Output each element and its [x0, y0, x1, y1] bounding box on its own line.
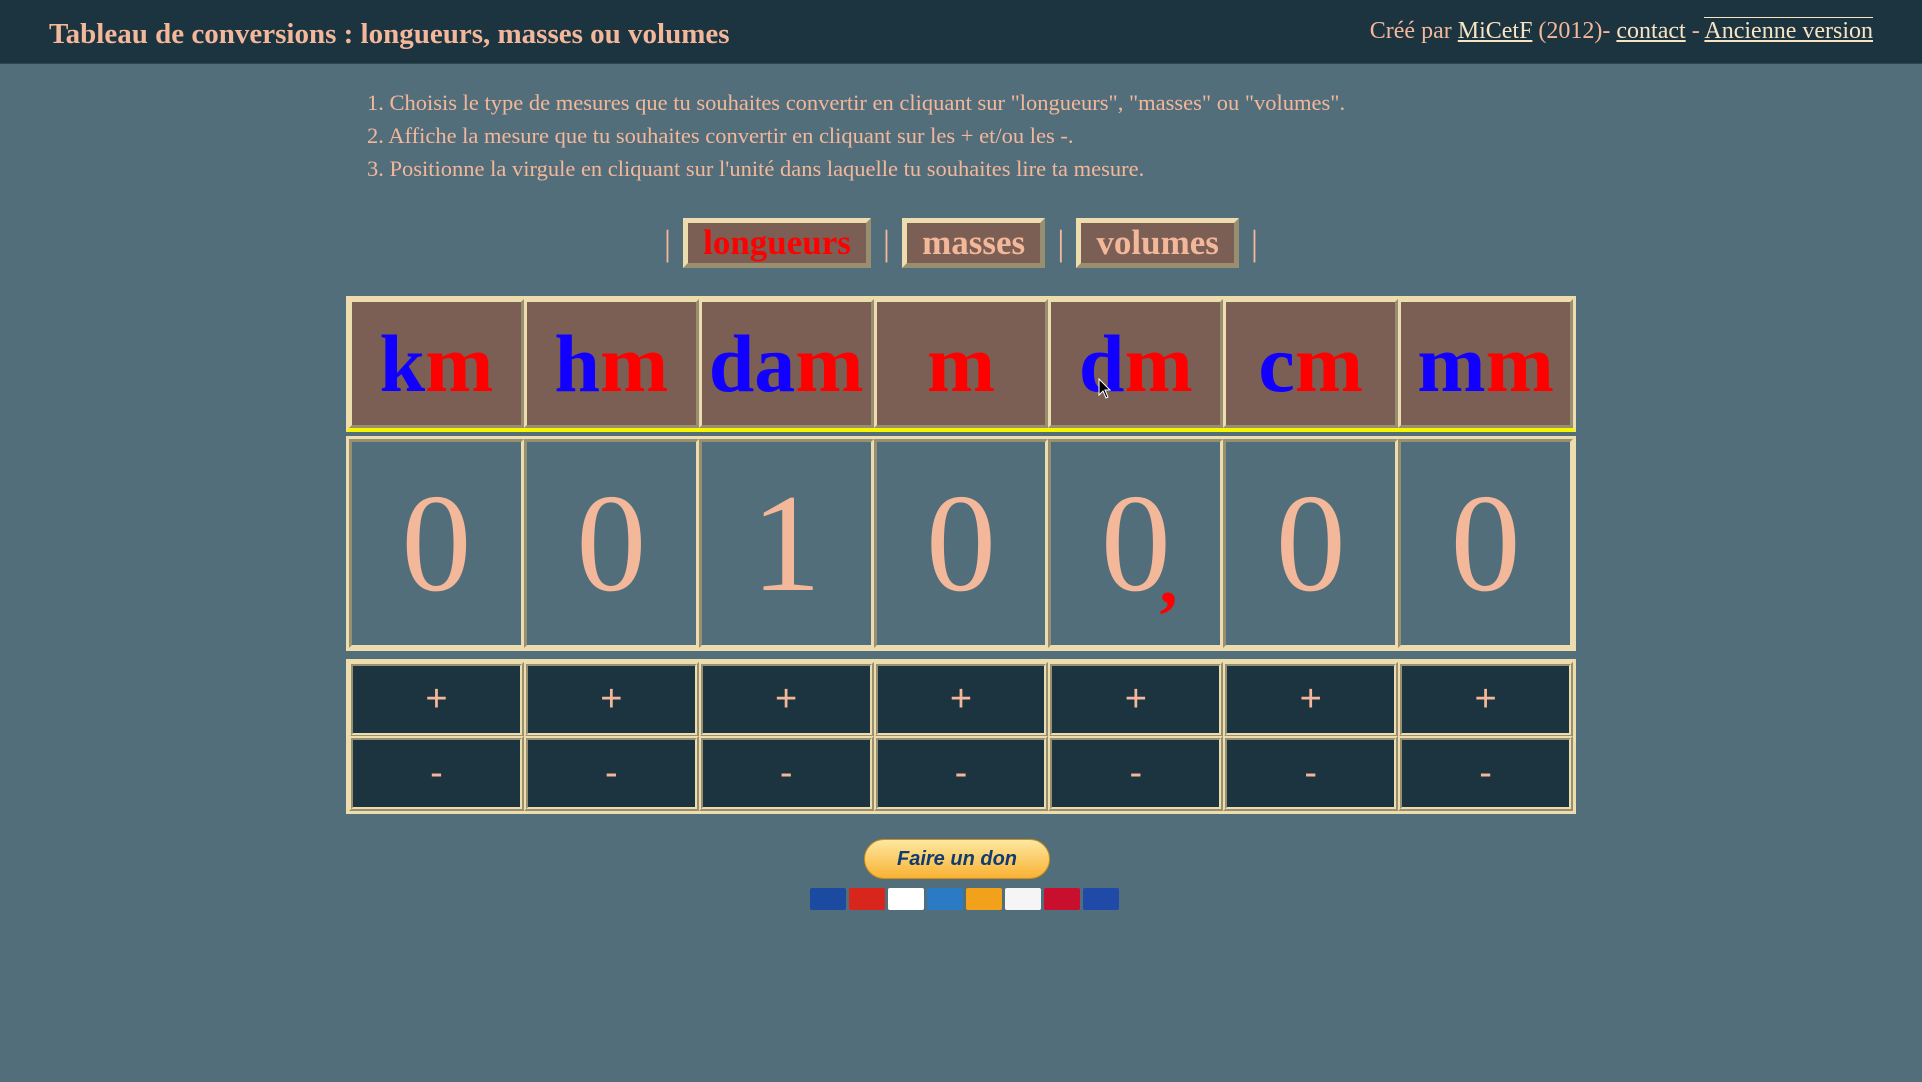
unit-base: m [1124, 317, 1193, 409]
contact-link[interactable]: contact [1616, 18, 1685, 44]
top-bar: Tableau de conversions : longueurs, mass… [0, 0, 1922, 64]
plus-button-dam[interactable]: + [698, 662, 874, 737]
instruction-2: 2. Affiche la mesure que tu souhaites co… [367, 123, 1074, 148]
unit-prefix: h [554, 317, 600, 409]
digit-dam: 1 [698, 439, 874, 648]
plus-button-m[interactable]: + [873, 662, 1049, 737]
unit-dm[interactable]: dm [1048, 299, 1224, 428]
page-title: Tableau de conversions : longueurs, mass… [49, 18, 730, 50]
instruction-1: 1. Choisis le type de mesures que tu sou… [367, 90, 1346, 115]
year-text: (2012)- [1538, 18, 1611, 44]
tab-longueurs[interactable]: longueurs [683, 217, 871, 268]
unit-dam[interactable]: da m [698, 299, 874, 428]
unit-base: m [1294, 317, 1364, 409]
minus-button-m[interactable]: - [873, 736, 1049, 811]
digit-row: 0 0 1 0 0, 0 0 [346, 436, 1576, 651]
minus-button-cm[interactable]: - [1223, 736, 1399, 811]
donate-button[interactable]: Faire un don [864, 839, 1050, 879]
unit-km[interactable]: km [349, 299, 524, 428]
increment-row: + + + + + + + [346, 659, 1576, 737]
unit-prefix: m [1417, 317, 1486, 409]
minus-button-mm[interactable]: - [1398, 736, 1574, 811]
unit-mm[interactable]: mm [1398, 299, 1574, 428]
minus-button-hm[interactable]: - [523, 736, 699, 811]
plus-button-km[interactable]: + [349, 662, 524, 737]
author-link[interactable]: MiCetF [1458, 18, 1533, 44]
plus-button-dm[interactable]: + [1048, 662, 1224, 737]
unit-hm[interactable]: hm [523, 299, 699, 428]
plus-button-cm[interactable]: + [1223, 662, 1399, 737]
payment-cards [810, 888, 1119, 910]
credits: Créé par MiCetF (2012)- contact - Ancien… [1369, 17, 1873, 45]
maestro-card-icon [810, 888, 846, 910]
unit-base: m [795, 317, 864, 409]
tab-masses[interactable]: masses [902, 217, 1046, 268]
unit-prefix: c [1258, 317, 1295, 409]
cb-card-icon [1083, 888, 1119, 910]
tab-volumes[interactable]: volumes [1076, 217, 1239, 268]
tab-separator: | [663, 222, 672, 263]
tab-separator: | [1057, 222, 1065, 263]
unit-base: m [1485, 317, 1554, 409]
decimal-comma: , [1159, 539, 1178, 619]
link-separator: - [1691, 18, 1700, 44]
plus-button-hm[interactable]: + [523, 662, 699, 737]
credit-prefix: Créé par [1369, 18, 1452, 44]
tab-separator: | [882, 222, 891, 263]
old-version-link[interactable]: Ancienne version [1704, 17, 1873, 44]
unit-base: m [599, 317, 669, 409]
unit-base: m [425, 317, 494, 409]
instructions-list: 1. Choisis le type de mesures que tu sou… [367, 86, 1345, 185]
instruction-3: 3. Positionne la virgule en cliquant sur… [367, 156, 1145, 181]
tab-separator: | [1250, 222, 1259, 263]
unit-cm[interactable]: cm [1223, 299, 1399, 428]
decrement-row: - - - - - - - [346, 736, 1576, 814]
digit-dm: 0, [1048, 439, 1224, 648]
digit-hm: 0 [523, 439, 699, 648]
mastercard-card-icon [849, 888, 885, 910]
measure-type-tabs: | longueurs | masses | volumes | [0, 215, 1922, 270]
unit-prefix: da [708, 317, 796, 409]
minus-button-dam[interactable]: - [698, 736, 874, 811]
minus-button-km[interactable]: - [349, 736, 524, 811]
visa-card-icon [888, 888, 924, 910]
unit-prefix: k [379, 317, 426, 409]
unit-m[interactable]: m [873, 299, 1049, 428]
sofinco-card-icon [1005, 888, 1041, 910]
digit-km: 0 [349, 439, 524, 648]
unit-header-row: km hm da m m dm cm mm [346, 296, 1576, 432]
amex-card-icon [927, 888, 963, 910]
mouse-cursor-icon [1098, 378, 1112, 399]
digit-cm: 0 [1223, 439, 1399, 648]
digit-m: 0 [873, 439, 1049, 648]
plus-button-mm[interactable]: + [1398, 662, 1574, 737]
aurore-card-icon [966, 888, 1002, 910]
4etoiles-card-icon [1044, 888, 1080, 910]
minus-button-dm[interactable]: - [1048, 736, 1224, 811]
digit-mm: 0 [1398, 439, 1574, 648]
unit-base: m [926, 317, 996, 409]
